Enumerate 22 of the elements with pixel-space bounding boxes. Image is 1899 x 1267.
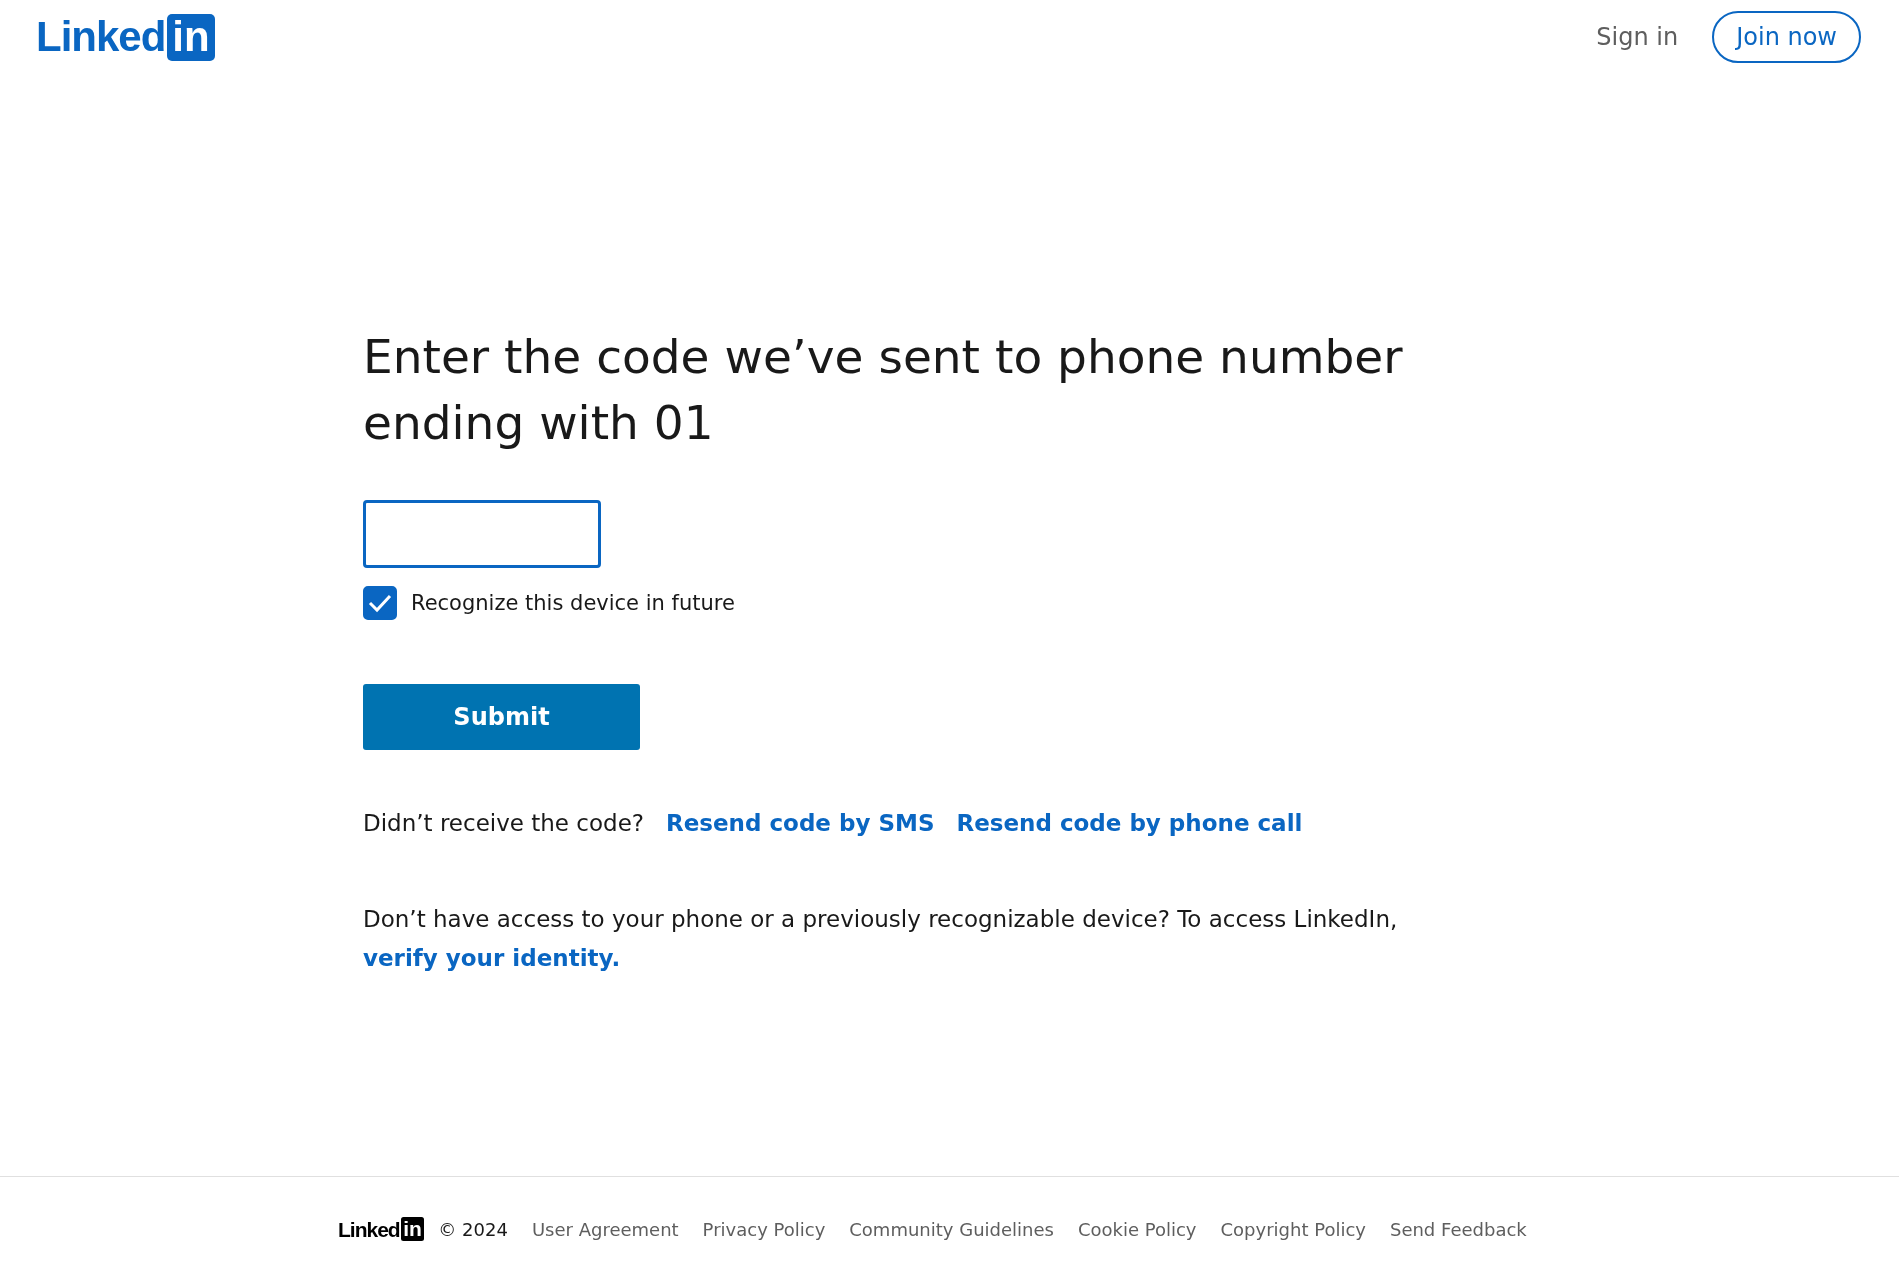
footer-link[interactable]: User Agreement	[531, 1218, 679, 1240]
check-icon	[368, 593, 392, 613]
resend-prompt: Didn’t receive the code?	[363, 810, 644, 836]
footer-link[interactable]: Cookie Policy	[1077, 1218, 1197, 1240]
checkbox-label: Recognize this device in future	[411, 591, 735, 615]
join-now-button[interactable]: Join now	[1712, 11, 1861, 63]
linkedin-logo[interactable]: Linked in	[338, 1217, 425, 1241]
copyright-text: © 2024	[438, 1218, 508, 1240]
access-note: Don’t have access to your phone or a previously recognizable device? To access LinkedIn, verify your identity.	[363, 905, 1399, 973]
footer-link[interactable]: Send Feedback	[1389, 1218, 1527, 1240]
sign-in-link[interactable]: Sign in	[1596, 23, 1679, 51]
page-heading: Enter the code we’ve sent to phone number ending with 01	[363, 328, 1404, 452]
resend-link[interactable]: Resend code by SMS	[666, 810, 935, 836]
linkedin-logo[interactable]: Linked in	[36, 13, 215, 61]
checkbox[interactable]	[363, 586, 397, 620]
footer-link[interactable]: Privacy Policy	[702, 1218, 826, 1240]
code-input-field[interactable]	[363, 500, 601, 568]
footer-link[interactable]: Copyright Policy	[1220, 1218, 1366, 1240]
footer-link[interactable]: Community Guidelines	[849, 1218, 1054, 1240]
verify-identity-link[interactable]: verify your identity.	[363, 945, 621, 971]
submit-button[interactable]: Submit	[363, 684, 640, 750]
resend-link[interactable]: Resend code by phone call	[956, 810, 1303, 836]
